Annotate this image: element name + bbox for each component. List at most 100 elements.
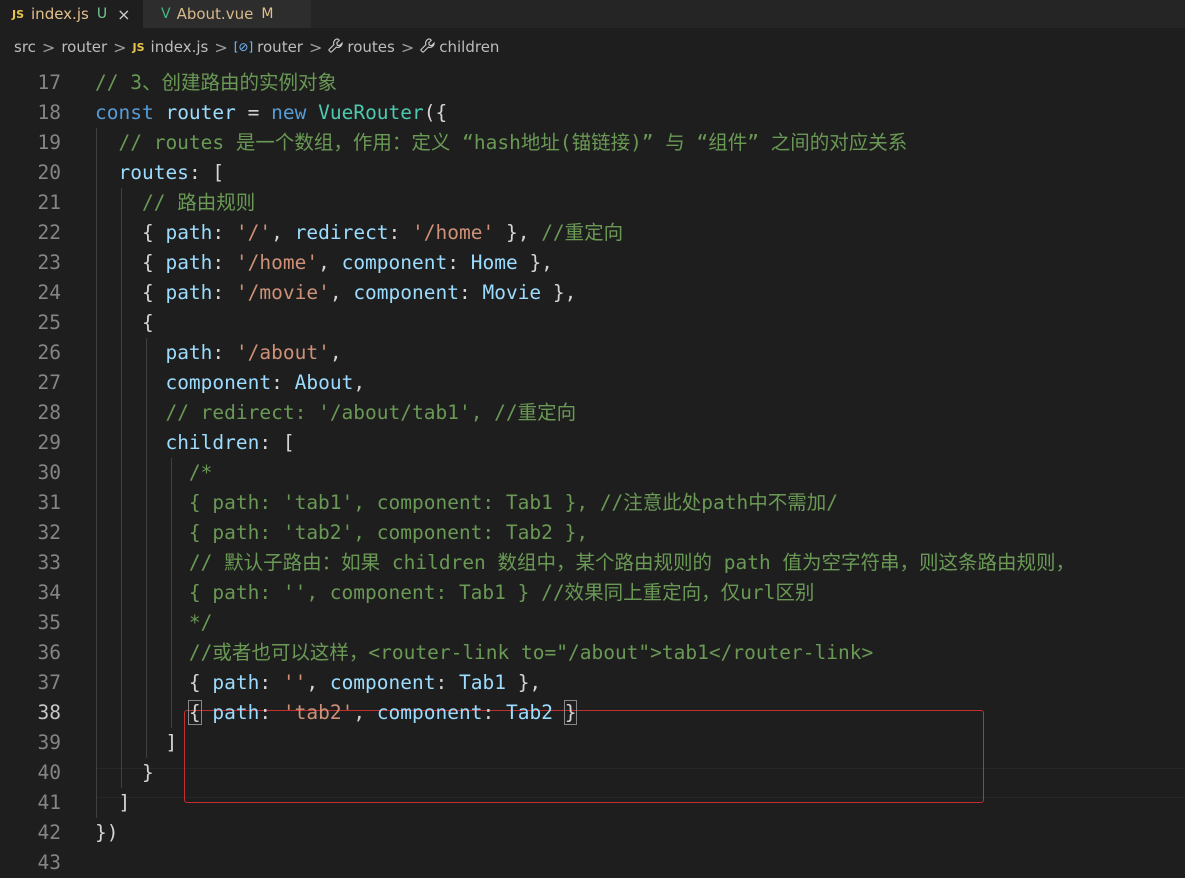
code-token: new xyxy=(271,101,319,124)
breadcrumb-item-router-folder[interactable]: router xyxy=(61,38,107,56)
code-line[interactable]: 40 } xyxy=(0,758,1185,788)
code-line[interactable]: 27 component: About, xyxy=(0,368,1185,398)
code-token: '' xyxy=(282,671,307,694)
code-text: // 默认子路由：如果 children 数组中，某个路由规则的 path 值为… xyxy=(95,548,1075,578)
code-token: path xyxy=(212,671,260,694)
code-token: : xyxy=(212,251,236,274)
code-token: }, xyxy=(517,251,553,274)
breadcrumb-item-routes[interactable]: routes xyxy=(328,37,395,57)
line-number: 40 xyxy=(37,761,61,784)
code-text: { path: 'tab2', component: Tab2 }, xyxy=(95,518,588,548)
code-text: { path: '/movie', component: Movie }, xyxy=(95,278,576,308)
code-text: { path: '', component: Tab1 } //效果同上重定向，… xyxy=(95,578,814,608)
code-line[interactable]: 25 { xyxy=(0,308,1185,338)
code-line[interactable]: 32 { path: 'tab2', component: Tab2 }, xyxy=(0,518,1185,548)
code-token: 'tab2' xyxy=(282,701,354,724)
code-line[interactable]: 35 */ xyxy=(0,608,1185,638)
code-token: }, xyxy=(505,671,542,694)
code-token: = xyxy=(235,101,272,124)
line-number: 29 xyxy=(37,431,61,454)
code-token: { xyxy=(95,281,166,304)
code-token: //重定向 xyxy=(541,221,624,244)
code-text: ] xyxy=(95,728,177,758)
line-number: 17 xyxy=(37,71,61,94)
code-token: , xyxy=(306,671,330,694)
code-line[interactable]: 17 // 3、创建路由的实例对象 xyxy=(0,68,1185,98)
code-line[interactable]: 31 { path: 'tab1', component: Tab1 }, //… xyxy=(0,488,1185,518)
code-line[interactable]: 39 ] xyxy=(0,728,1185,758)
code-line[interactable]: 19 // routes 是一个数组，作用：定义 “hash地址(锚链接)” 与… xyxy=(0,128,1185,158)
code-line[interactable]: 42}) xyxy=(0,818,1185,848)
breadcrumb-item-children[interactable]: children xyxy=(420,37,499,57)
code-token: : xyxy=(259,671,283,694)
code-text: }) xyxy=(95,818,118,848)
breadcrumb-item-router-variable[interactable]: [⊘] router xyxy=(234,38,303,56)
code-token: : xyxy=(447,251,471,274)
variable-icon: [⊘] xyxy=(233,40,254,54)
breadcrumb: src > router > JS index.js > [⊘] router … xyxy=(0,28,1185,66)
code-token: { xyxy=(187,700,202,725)
code-token: '/movie' xyxy=(235,281,330,304)
code-line[interactable]: 20 routes: [ xyxy=(0,158,1185,188)
line-number: 24 xyxy=(37,281,61,304)
line-number: 42 xyxy=(37,821,61,844)
tab-label: index.js xyxy=(31,5,89,23)
code-token: { xyxy=(95,311,154,334)
code-line[interactable]: 41 ] xyxy=(0,788,1185,818)
line-number: 43 xyxy=(37,851,61,874)
code-text: */ xyxy=(95,608,212,638)
code-token: }) xyxy=(95,821,119,844)
code-token: } xyxy=(563,700,578,725)
code-token: '/home' xyxy=(235,251,319,274)
code-line[interactable]: 36 //或者也可以这样，<router-link to="/about">ta… xyxy=(0,638,1185,668)
code-line[interactable]: 37 { path: '', component: Tab1 }, xyxy=(0,668,1185,698)
code-line[interactable]: 28 // redirect: '/about/tab1', //重定向 xyxy=(0,398,1185,428)
code-token: : [ xyxy=(188,161,225,184)
chevron-right-icon: > xyxy=(400,37,415,57)
code-editor[interactable]: 17 // 3、创建路由的实例对象 18 const router = new Vue… xyxy=(0,68,1185,874)
line-number: 41 xyxy=(37,791,61,814)
vue-file-icon: V xyxy=(161,6,171,22)
code-token: : [ xyxy=(259,431,295,454)
code-token: */ xyxy=(188,611,213,634)
line-number: 32 xyxy=(37,521,61,544)
code-token: Movie xyxy=(482,281,542,304)
git-untracked-badge: U xyxy=(96,6,108,22)
code-line[interactable]: 33 // 默认子路由：如果 children 数组中，某个路由规则的 path… xyxy=(0,548,1185,578)
code-token: : xyxy=(458,281,483,304)
code-line[interactable]: 34 { path: '', component: Tab1 } //效果同上重… xyxy=(0,578,1185,608)
code-token: //或者也可以这样，<router-link to="/about">tab1<… xyxy=(188,641,874,664)
close-icon[interactable]: × xyxy=(117,5,130,24)
code-line[interactable]: 26 path: '/about', xyxy=(0,338,1185,368)
code-line[interactable]: 24 { path: '/movie', component: Movie }, xyxy=(0,278,1185,308)
code-line[interactable]: 43 xyxy=(0,848,1185,878)
code-token: { xyxy=(95,671,213,694)
line-number: 38 xyxy=(37,701,61,724)
code-token: /* xyxy=(188,461,213,484)
code-text: { xyxy=(95,308,154,338)
code-line[interactable]: 38 { path: 'tab2', component: Tab2 } xyxy=(0,698,1185,728)
code-line[interactable]: 30 /* xyxy=(0,458,1185,488)
line-number: 33 xyxy=(37,551,61,574)
code-line[interactable]: 29 children: [ xyxy=(0,428,1185,458)
code-token: path xyxy=(165,251,213,274)
tab-index-js[interactable]: JS index.js U × xyxy=(0,0,143,28)
code-token: : xyxy=(259,701,283,724)
code-token: { xyxy=(95,251,166,274)
code-line[interactable]: 21 // 路由规则 xyxy=(0,188,1185,218)
code-line[interactable]: 23 { path: '/home', component: Home }, xyxy=(0,248,1185,278)
breadcrumb-item-index-js[interactable]: JS index.js xyxy=(133,38,209,56)
code-token: : xyxy=(212,341,236,364)
code-token: : xyxy=(388,221,413,244)
code-line[interactable]: 18 const router = new VueRouter({ xyxy=(0,98,1185,128)
code-token: '/home' xyxy=(412,221,495,244)
tab-about-vue[interactable]: V About.vue M xyxy=(143,0,311,28)
breadcrumb-item-src[interactable]: src xyxy=(14,38,36,56)
code-line[interactable]: 22 { path: '/', redirect: '/home' }, //重… xyxy=(0,218,1185,248)
code-token: , xyxy=(353,371,366,394)
code-token: component xyxy=(341,251,448,274)
